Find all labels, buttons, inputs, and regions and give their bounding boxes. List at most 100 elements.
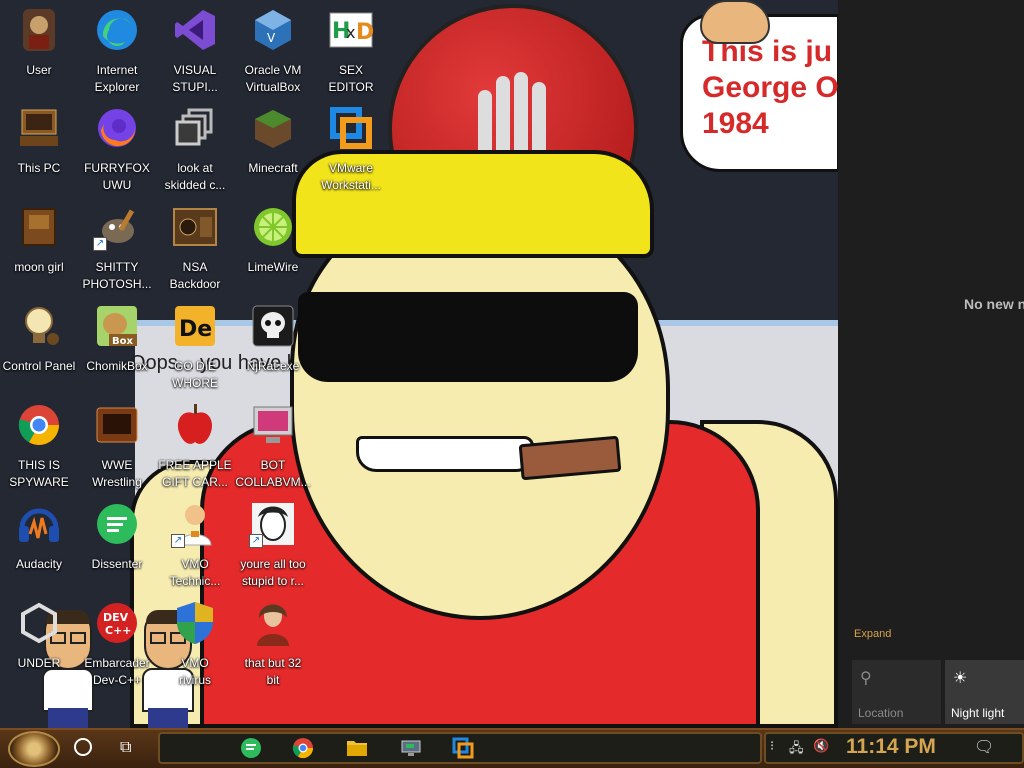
- start-button[interactable]: [8, 731, 60, 767]
- hamster-box-icon: Box: [93, 302, 141, 350]
- desktop-icon[interactable]: that but 32 bit: [234, 599, 312, 695]
- lime-icon: [249, 203, 297, 251]
- taskbar-app-vmware[interactable]: [450, 736, 476, 760]
- desktop-icon[interactable]: Box ChomikBox: [78, 302, 156, 398]
- desktop-icon[interactable]: BOT COLLABVM...: [234, 401, 312, 497]
- desktop-icon[interactable]: User: [0, 6, 78, 102]
- desktop-icon[interactable]: FREE APPLE GIFT CAR...: [156, 401, 234, 497]
- vmware-icon: [327, 104, 375, 152]
- desktop-icon-label: User: [26, 63, 52, 77]
- task-view-icon[interactable]: ⧉: [120, 738, 142, 756]
- desktop-icon-label: This PC: [17, 161, 61, 175]
- folder-icon: [347, 741, 367, 756]
- desktop-icon[interactable]: Audacity: [0, 500, 78, 596]
- shortcut-arrow-icon: ↗: [93, 237, 107, 251]
- desktop-icon[interactable]: V Oracle VM VirtualBox: [234, 6, 312, 102]
- desktop-icon[interactable]: NjRat.exe: [234, 302, 312, 398]
- stone-portrait-icon: [15, 6, 63, 54]
- desktop-icon[interactable]: Control Panel: [0, 302, 78, 398]
- desktop-icon[interactable]: UNDER: [0, 599, 78, 695]
- location-icon: ⚲: [860, 668, 872, 687]
- desktop-icon-label: BOT COLLABVM...: [235, 458, 311, 489]
- desktop-icon-label: THIS IS SPYWARE: [9, 458, 69, 489]
- taskbar-app-dissenter[interactable]: [238, 736, 264, 760]
- wallpaper-cartoon-face: [700, 0, 770, 44]
- desktop-icon-label: ChomikBox: [86, 359, 148, 373]
- desktop-icon[interactable]: moon girl: [0, 203, 78, 299]
- desktop-icon-label: Audacity: [15, 557, 63, 571]
- quick-action-night-light[interactable]: ☀ Night light: [945, 660, 1024, 724]
- desktop-icon-label: moon girl: [14, 260, 64, 274]
- taskbar-clock[interactable]: 11:14 PM: [846, 735, 936, 759]
- svg-text:Box: Box: [112, 336, 133, 347]
- svg-text:De: De: [179, 317, 212, 342]
- desktop-icon-label: FREE APPLE GIFT CAR...: [158, 458, 232, 489]
- portrait-sketch-icon: ↗: [249, 500, 297, 548]
- desktop-icon[interactable]: Internet Explorer: [78, 6, 156, 102]
- desktop-icon[interactable]: Minecraft: [234, 104, 312, 200]
- visual-studio-icon: [171, 6, 219, 54]
- cortana-circle-icon[interactable]: [74, 738, 92, 756]
- desktop-icon[interactable]: FURRYFOX UWU: [78, 104, 156, 200]
- desktop-icon[interactable]: Hx D SEX EDITOR: [312, 6, 390, 102]
- desktop-icon[interactable]: LimeWire: [234, 203, 312, 299]
- quick-action-label: Location: [858, 706, 904, 720]
- devcpp-icon: DEV C++: [93, 599, 141, 647]
- desktop-icon[interactable]: This PC: [0, 104, 78, 200]
- desktop-icon-label: Embarcader Dev-C++: [84, 656, 150, 687]
- steampunk-computer-icon: [15, 104, 63, 152]
- expand-link[interactable]: Expand: [854, 628, 891, 640]
- desktop-icon[interactable]: NSA Backdoor: [156, 203, 234, 299]
- desktop-icon[interactable]: THIS IS SPYWARE: [0, 401, 78, 497]
- shield-icon: [171, 599, 219, 647]
- unity-icon: [15, 599, 63, 647]
- desktop-icon-label: look at skidded c...: [164, 161, 226, 192]
- desktop-icon-label: UNDER: [17, 656, 61, 670]
- desktop-icon-label: NjRat.exe: [246, 359, 300, 373]
- desktop-icon[interactable]: ↗ VMO Technic...: [156, 500, 234, 596]
- wallpaper-sunglasses: [298, 292, 638, 382]
- edge-browser-icon: [93, 6, 141, 54]
- desktop-icon[interactable]: ↗ youre all too stupid to r...: [234, 500, 312, 596]
- show-hidden-icon[interactable]: ⁝: [770, 739, 774, 754]
- taskbar-app-monitor[interactable]: [398, 736, 424, 760]
- desktop-icon[interactable]: Dissenter: [78, 500, 156, 596]
- taskbar-app-file-explorer[interactable]: [344, 736, 370, 760]
- wallpaper-teeth: [356, 436, 534, 472]
- desktop-icon[interactable]: look at skidded c...: [156, 104, 234, 200]
- baroque-portrait-icon: [249, 599, 297, 647]
- svg-text:D: D: [356, 20, 374, 45]
- apple-fruit-icon: [171, 401, 219, 449]
- wallpaper-cartoon-head: [290, 200, 670, 620]
- desktop-icon[interactable]: VMware Workstati...: [312, 104, 390, 200]
- network-icon[interactable]: 🖧: [789, 739, 804, 761]
- retro-tv-icon: [93, 401, 141, 449]
- action-center-icon[interactable]: 🗨: [974, 737, 994, 756]
- desktop-icon[interactable]: VMO rivirus: [156, 599, 234, 695]
- grass-block-icon: [249, 104, 297, 152]
- desktop-icon[interactable]: DEV C++ Embarcader Dev-C++: [78, 599, 156, 695]
- dissenter-bubble-icon: [241, 738, 261, 758]
- taskbar-app-chrome[interactable]: [290, 736, 316, 760]
- speech-bubble-text: This is ju George O 1984: [702, 35, 838, 140]
- dev-editor-icon: De: [171, 302, 219, 350]
- lightbulb-gears-icon: [15, 302, 63, 350]
- desktop-icon[interactable]: ↗ SHITTY PHOTOSH...: [78, 203, 156, 299]
- vmware-icon: [452, 737, 474, 759]
- brightness-icon: ☀: [953, 668, 968, 687]
- quick-action-label: Night light: [951, 706, 1005, 720]
- quick-action-location[interactable]: ⚲ Location: [852, 660, 941, 724]
- gimp-icon: ↗: [93, 203, 141, 251]
- desktop-icon-label: Internet Explorer: [94, 63, 140, 94]
- desktop-icon[interactable]: De GO DIE WHORE: [156, 302, 234, 398]
- volume-muted-icon[interactable]: 🔇: [813, 739, 829, 754]
- desktop-icon-label: SEX EDITOR: [328, 63, 374, 94]
- chrome-icon: [15, 401, 63, 449]
- chrome-icon: [292, 738, 314, 759]
- desktop-icon[interactable]: VISUAL STUPI...: [156, 6, 234, 102]
- skull-icon: [249, 302, 297, 350]
- desktop-icon[interactable]: WWE Wrestling: [78, 401, 156, 497]
- hex-editor-icon: HxD: [327, 6, 375, 54]
- virtualbox-cube-icon: V: [249, 6, 297, 54]
- desktop-icon-label: Minecraft: [248, 161, 298, 175]
